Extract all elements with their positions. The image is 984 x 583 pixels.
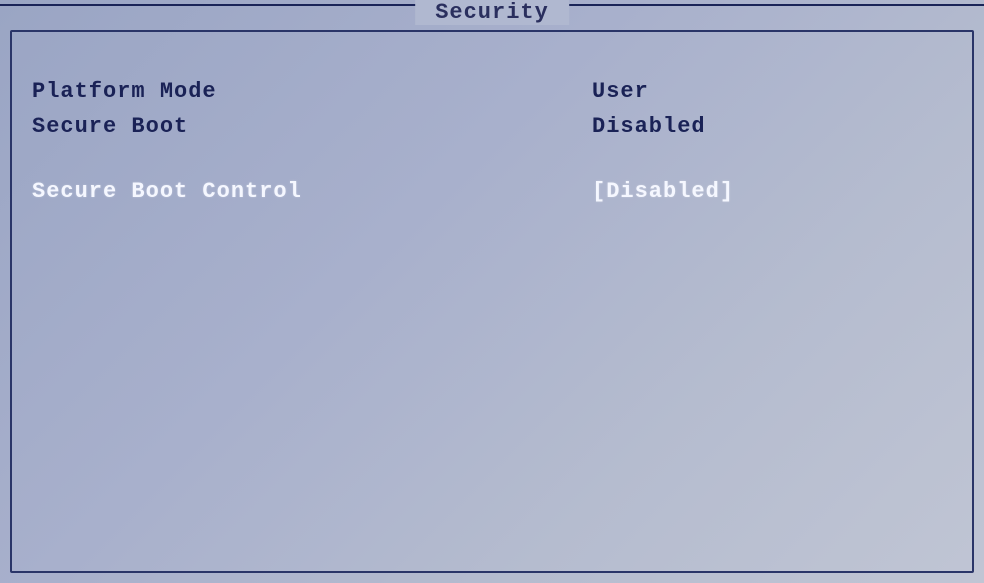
platform-mode-value: User [592, 75, 952, 108]
secure-boot-value: Disabled [592, 110, 952, 143]
row-platform-mode: Platform Mode User [32, 75, 952, 108]
secure-boot-control-label: Secure Boot Control [32, 175, 592, 208]
settings-content: Platform Mode User Secure Boot Disabled … [32, 75, 952, 210]
row-secure-boot: Secure Boot Disabled [32, 110, 952, 143]
spacer [32, 145, 952, 175]
secure-boot-label: Secure Boot [32, 110, 592, 143]
tab-security[interactable]: Security [415, 0, 569, 25]
platform-mode-label: Platform Mode [32, 75, 592, 108]
row-secure-boot-control[interactable]: Secure Boot Control Disabled [32, 175, 952, 208]
secure-boot-control-value[interactable]: Disabled [592, 175, 952, 208]
